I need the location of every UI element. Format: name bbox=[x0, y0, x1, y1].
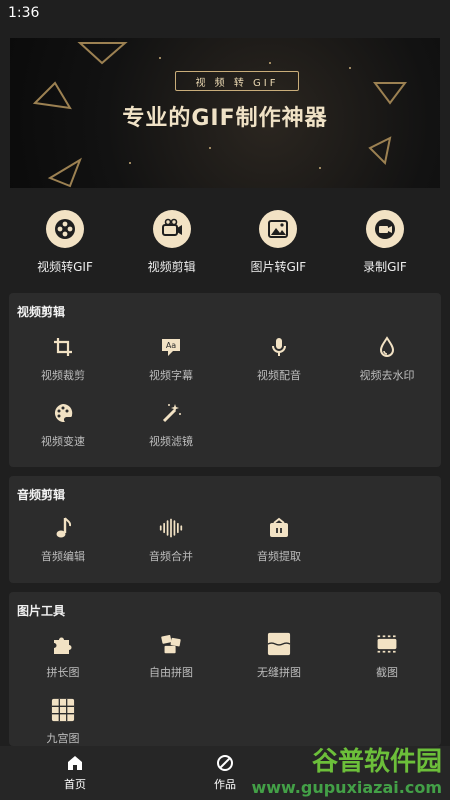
film-reel-icon bbox=[46, 210, 84, 248]
tool-label: 视频去水印 bbox=[359, 369, 415, 382]
tool-video-subtitle[interactable]: Aa 视频字幕 bbox=[121, 335, 221, 383]
crop-icon bbox=[51, 335, 75, 359]
tool-label: 音频合并 bbox=[149, 550, 193, 563]
tool-video-remove-watermark[interactable]: 视频去水印 bbox=[337, 335, 437, 383]
audio-extract-icon bbox=[267, 516, 291, 540]
tool-video-speed[interactable]: 视频变速 bbox=[13, 401, 113, 449]
tool-label: 视频裁剪 bbox=[41, 369, 85, 382]
banner-headline: 专业的GIF制作神器 bbox=[122, 106, 328, 131]
banner-chip: 视 频 转 GIF bbox=[175, 71, 299, 91]
microphone-icon bbox=[267, 335, 291, 359]
status-time: 1:36 bbox=[8, 5, 40, 21]
image-icon bbox=[259, 210, 298, 248]
quick-label: 录制GIF bbox=[363, 260, 407, 274]
quick-label: 图片转GIF bbox=[250, 260, 307, 274]
tool-label: 视频变速 bbox=[41, 435, 85, 448]
video-clip-icon bbox=[152, 210, 191, 248]
tool-audio-merge[interactable]: 音频合并 bbox=[121, 516, 221, 564]
watermark-brand: 谷普软件园 bbox=[311, 747, 442, 777]
tool-audio-edit[interactable]: 音频编辑 bbox=[13, 516, 113, 564]
audio-edit-card: 音频剪辑 音频编辑 音频合并 音频提取 bbox=[9, 476, 441, 583]
tool-label: 视频配音 bbox=[257, 369, 301, 382]
screenshot-icon bbox=[375, 632, 399, 656]
tab-home[interactable]: 首页 bbox=[0, 746, 150, 800]
palette-icon bbox=[51, 401, 75, 425]
tool-video-filter[interactable]: 视频滤镜 bbox=[121, 401, 221, 449]
tool-label: 自由拼图 bbox=[149, 666, 193, 679]
status-bar: 1:36 bbox=[0, 0, 450, 26]
watermark: 谷普软件园 www.gupuxiazai.com bbox=[242, 742, 442, 797]
tool-label: 视频字幕 bbox=[149, 369, 193, 382]
subtitle-icon: Aa bbox=[159, 335, 183, 359]
quick-image-to-gif[interactable]: 图片转GIF bbox=[233, 210, 323, 275]
seamless-collage-icon bbox=[267, 632, 291, 656]
waveform-icon bbox=[159, 516, 183, 540]
banner[interactable]: 视 频 转 GIF 专业的GIF制作神器 bbox=[10, 38, 440, 188]
quick-label: 视频剪辑 bbox=[147, 260, 196, 274]
quick-record-gif[interactable]: 录制GIF bbox=[340, 210, 430, 275]
tool-video-dubbing[interactable]: 视频配音 bbox=[229, 335, 329, 383]
tab-home-label: 首页 bbox=[64, 778, 86, 791]
tool-label: 截图 bbox=[376, 666, 398, 679]
quick-video-edit[interactable]: 视频剪辑 bbox=[127, 210, 217, 275]
free-collage-icon bbox=[159, 632, 183, 656]
tool-label: 视频滤镜 bbox=[149, 435, 193, 448]
record-icon bbox=[365, 210, 404, 248]
works-icon bbox=[217, 755, 233, 771]
tool-label: 拼长图 bbox=[46, 666, 80, 679]
tool-nine-grid[interactable]: 九宫图 bbox=[13, 698, 113, 746]
quick-actions: 视频转GIF 视频剪辑 图片转GIF 录制GIF bbox=[0, 210, 450, 275]
tool-label: 音频编辑 bbox=[41, 550, 85, 563]
tool-free-collage[interactable]: 自由拼图 bbox=[121, 632, 221, 680]
puzzle-icon bbox=[51, 632, 75, 656]
watermark-url: www.gupuxiazai.com bbox=[251, 778, 442, 797]
tool-video-crop[interactable]: 视频裁剪 bbox=[13, 335, 113, 383]
magic-wand-icon bbox=[159, 401, 183, 425]
music-note-icon bbox=[51, 516, 75, 540]
drop-icon bbox=[375, 335, 399, 359]
quick-video-to-gif[interactable]: 视频转GIF bbox=[20, 210, 110, 275]
tool-audio-extract[interactable]: 音频提取 bbox=[229, 516, 329, 564]
quick-label: 视频转GIF bbox=[37, 260, 93, 274]
tab-works-label: 作品 bbox=[214, 778, 236, 791]
section-title: 音频剪辑 bbox=[17, 488, 66, 502]
tool-label: 九宫图 bbox=[46, 732, 80, 745]
image-tools-card: 图片工具 拼长图 自由拼图 无缝拼图 截图 九宫图 bbox=[9, 592, 441, 746]
home-icon bbox=[68, 756, 82, 770]
tool-long-image[interactable]: 拼长图 bbox=[13, 632, 113, 680]
tool-label: 音频提取 bbox=[257, 550, 301, 563]
tool-screenshot[interactable]: 截图 bbox=[337, 632, 437, 680]
tool-seamless-collage[interactable]: 无缝拼图 bbox=[229, 632, 329, 680]
section-title: 视频剪辑 bbox=[17, 305, 66, 319]
nine-grid-icon bbox=[51, 698, 75, 722]
tool-label: 无缝拼图 bbox=[257, 666, 301, 679]
svg-text:Aa: Aa bbox=[166, 341, 176, 350]
video-edit-card: 视频剪辑 视频裁剪 Aa 视频字幕 视频配音 视频去水印 视频变速 视频滤镜 bbox=[9, 293, 441, 467]
section-title: 图片工具 bbox=[17, 604, 66, 618]
